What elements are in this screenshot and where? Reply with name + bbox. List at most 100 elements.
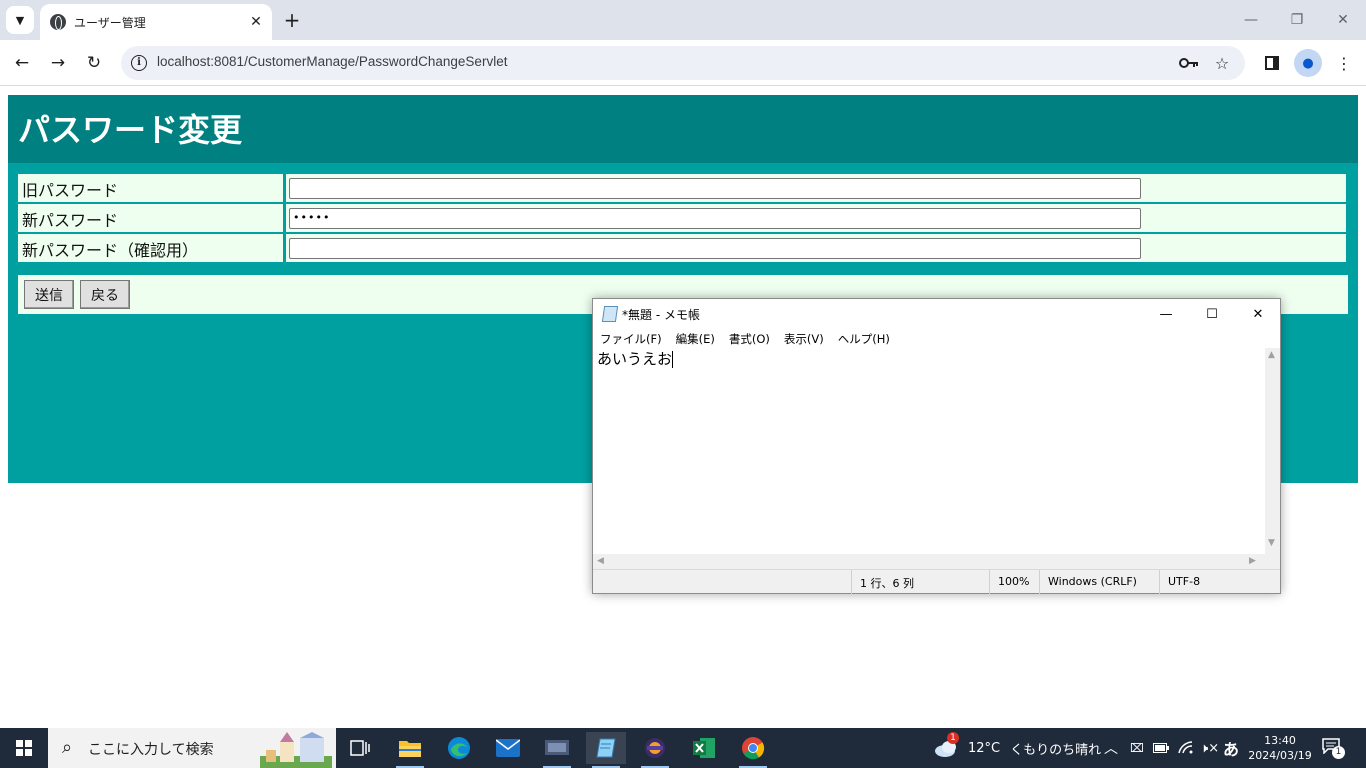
clock-date: 2024/03/19 (1248, 749, 1312, 762)
notepad-text-area[interactable]: あいうえお (593, 348, 1265, 554)
old-password-input[interactable] (289, 178, 1141, 199)
chrome-button[interactable] (733, 732, 773, 768)
arrow-left-icon: ← (14, 53, 30, 73)
task-view-icon (350, 740, 370, 756)
search-icon: ⌕ (62, 737, 73, 758)
old-password-label: 旧パスワード (18, 174, 283, 202)
new-password-label: 新パスワード (18, 204, 283, 232)
mail-icon (496, 739, 520, 757)
weather-widget[interactable]: 1 12°C くもりのち晴れ (934, 728, 1101, 768)
wifi-icon (1178, 741, 1193, 754)
bookmark-star-icon[interactable]: ☆ (1212, 53, 1232, 73)
mail-button[interactable] (488, 732, 528, 764)
menu-file[interactable]: ファイル(F) (593, 329, 669, 348)
show-hidden-icons-button[interactable]: ︿ (1104, 728, 1118, 768)
old-password-cell (286, 174, 1346, 202)
weather-badge: 1 (947, 732, 959, 744)
menu-edit[interactable]: 編集(E) (669, 329, 722, 348)
notepad-title-bar[interactable]: *無題 - メモ帳 — ☐ ✕ (593, 299, 1280, 329)
profile-button[interactable]: ● (1294, 49, 1322, 77)
site-info-icon[interactable]: i (131, 55, 147, 71)
close-window-button[interactable]: ✕ (1320, 0, 1366, 40)
scroll-right-icon[interactable]: ▶ (1249, 556, 1256, 566)
notification-center-button[interactable]: 1 (1322, 728, 1345, 768)
cloudy-weather-icon: 1 (934, 732, 960, 758)
arrow-right-icon: → (50, 53, 66, 73)
eclipse-button[interactable] (635, 732, 675, 768)
menu-help[interactable]: ヘルプ(H) (831, 329, 897, 348)
forward-button[interactable]: → (44, 49, 72, 77)
notification-icon: 1 (1322, 738, 1345, 759)
clock-button[interactable]: 13:40 2024/03/19 (1248, 728, 1312, 768)
notepad-status-bar: 1 行、6 列 100% Windows (CRLF) UTF-8 (593, 569, 1280, 594)
notepad-taskbar-button[interactable] (586, 732, 626, 768)
weather-temperature: 12°C (968, 740, 1001, 756)
url-text[interactable]: localhost:8081/CustomerManage/PasswordCh… (157, 54, 507, 69)
muted-speaker-icon: 🕨× (1200, 740, 1220, 756)
browser-toolbar: ← → ↻ i localhost:8081/CustomerManage/Pa… (0, 40, 1366, 86)
minimize-button[interactable]: — (1228, 0, 1274, 40)
address-bar[interactable]: i localhost:8081/CustomerManage/Password… (121, 46, 1245, 80)
form-row-new-password: 新パスワード ••••• (18, 204, 1348, 232)
browser-tab-bar: ▼ ユーザー管理 ✕ + — ❐ ✕ (0, 0, 1366, 40)
remote-desktop-button[interactable] (537, 732, 577, 768)
confirm-password-input[interactable] (289, 238, 1141, 259)
kebab-menu-icon: ⋮ (1336, 53, 1352, 73)
scroll-down-icon[interactable]: ▼ (1268, 538, 1275, 548)
excel-icon (693, 738, 715, 758)
back-button[interactable]: ← (8, 49, 36, 77)
notepad-title: *無題 - メモ帳 (622, 308, 700, 322)
new-password-cell: ••••• (286, 204, 1346, 232)
notepad-text-line: あいうえお (597, 348, 674, 369)
ime-mode-button[interactable]: あ (1223, 728, 1239, 768)
reload-button[interactable]: ↻ (80, 49, 108, 77)
new-tab-button[interactable]: + (280, 8, 304, 32)
confirm-password-cell (286, 234, 1346, 262)
tab-title: ユーザー管理 (74, 15, 146, 30)
back-link-button[interactable]: 戻る (80, 280, 130, 309)
volume-button[interactable]: 🕨× (1200, 728, 1219, 768)
search-placeholder: ここに入力して検索 (88, 742, 214, 758)
notepad-app-icon (596, 738, 616, 758)
horizontal-scrollbar[interactable]: ◀ ▶ (593, 554, 1265, 569)
eclipse-pleiades-icon (645, 738, 665, 758)
edge-button[interactable] (439, 732, 479, 764)
submit-button[interactable]: 送信 (24, 280, 74, 309)
weather-description: くもりのち晴れ (1010, 742, 1102, 758)
tab-search-button[interactable]: ▼ (6, 6, 34, 34)
vertical-scrollbar[interactable]: ▲ ▼ (1265, 348, 1280, 554)
taskbar-search-box[interactable]: ⌕ ここに入力して検索 (48, 728, 336, 768)
notepad-menu-bar: ファイル(F) 編集(E) 書式(O) 表示(V) ヘルプ(H) (593, 329, 1280, 348)
restore-button[interactable]: ❐ (1274, 0, 1320, 40)
chevron-down-icon: ▼ (15, 13, 25, 27)
start-button[interactable] (0, 728, 48, 768)
key-icon[interactable] (1179, 53, 1199, 73)
menu-button[interactable]: ⋮ (1330, 49, 1358, 77)
menu-view[interactable]: 表示(V) (777, 329, 831, 348)
scroll-up-icon[interactable]: ▲ (1268, 350, 1275, 360)
meet-now-button[interactable]: ⌧ (1130, 728, 1144, 768)
new-password-input[interactable]: ••••• (289, 208, 1141, 229)
network-button[interactable] (1178, 728, 1194, 768)
browser-tab[interactable]: ユーザー管理 ✕ (40, 4, 272, 40)
form-row-old-password: 旧パスワード (18, 174, 1348, 202)
tab-close-button[interactable]: ✕ (246, 12, 266, 32)
clock-time: 13:40 (1264, 734, 1296, 747)
file-explorer-button[interactable] (390, 732, 430, 768)
key-svg (1179, 58, 1198, 68)
task-view-button[interactable] (340, 732, 380, 764)
notepad-minimize-button[interactable]: — (1143, 299, 1189, 329)
scroll-left-icon[interactable]: ◀ (597, 556, 604, 566)
status-line-ending: Windows (CRLF) (1039, 570, 1159, 594)
notepad-close-button[interactable]: ✕ (1235, 299, 1281, 329)
battery-button[interactable] (1153, 728, 1169, 768)
notepad-maximize-button[interactable]: ☐ (1189, 299, 1235, 329)
camera-icon: ⌧ (1130, 741, 1144, 755)
windows-logo-icon (16, 740, 32, 756)
edge-icon (448, 737, 470, 759)
status-zoom: 100% (989, 570, 1039, 594)
excel-button[interactable] (684, 732, 724, 764)
side-panel-button[interactable] (1258, 49, 1286, 77)
status-cursor-position: 1 行、6 列 (851, 570, 989, 594)
menu-format[interactable]: 書式(O) (722, 329, 777, 348)
